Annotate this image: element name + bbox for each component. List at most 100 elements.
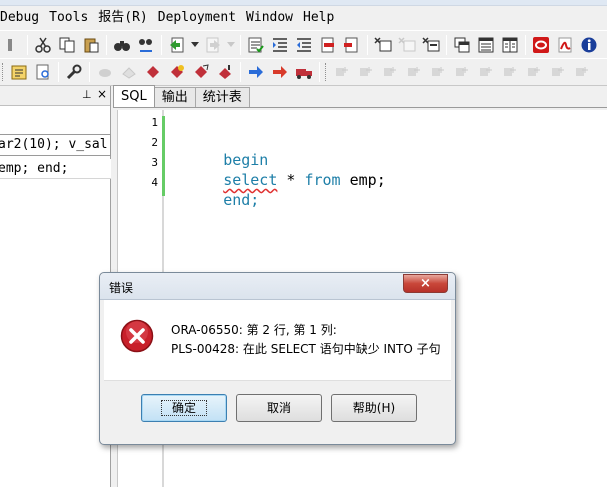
left-panel-code-line[interactable]: ar2(10); v_sal [0, 134, 111, 156]
comment-icon[interactable] [318, 35, 338, 55]
debug-step-icon[interactable] [143, 62, 163, 82]
cut-icon[interactable] [33, 35, 53, 55]
keyword-end: end; [223, 191, 260, 209]
menu-deployment[interactable]: Deployment [153, 7, 241, 29]
cancel-button[interactable]: 取消 [236, 394, 322, 422]
toolbar-end-icon[interactable] [2, 35, 22, 55]
change-marker [162, 116, 165, 196]
info-icon[interactable] [579, 35, 599, 55]
toolbar-separator [240, 34, 241, 55]
toolbar-secondary [0, 58, 607, 86]
wrench-icon[interactable] [64, 62, 84, 82]
error-message-line: PLS-00428: 在此 SELECT 语句中缺少 INTO 子句 [171, 342, 441, 356]
toolbar-separator [367, 34, 368, 55]
pdf-icon[interactable] [555, 35, 575, 55]
bookmark-icon[interactable] [452, 62, 472, 82]
navigate-back-icon[interactable] [167, 35, 187, 55]
error-message-line: ORA-06550: 第 2 行, 第 1 列: [171, 323, 337, 337]
pin-icon[interactable]: ⊥ [82, 88, 92, 101]
error-dialog: 错误 × ORA-06550: 第 2 行, 第 1 列: PLS-00428:… [99, 272, 456, 445]
line-number: 4 [151, 176, 158, 189]
dialog-titlebar[interactable]: 错误 × [100, 273, 455, 300]
toolbar-separator [106, 34, 107, 55]
menu-debug[interactable]: Debug [0, 7, 44, 29]
navigate-forward-icon[interactable] [203, 35, 223, 55]
sql-window-icon[interactable] [373, 35, 393, 55]
error-icon [120, 319, 154, 353]
arrow-right-blue-icon[interactable] [246, 62, 266, 82]
editor-tabs: SQL 输出 统计表 [113, 85, 607, 108]
bookmark-icon[interactable] [404, 62, 424, 82]
bookmark-icon[interactable] [500, 62, 520, 82]
dropdown-arrow-icon[interactable] [191, 35, 199, 55]
toolbar-separator [58, 62, 59, 82]
ok-button[interactable]: 确定 [141, 394, 227, 422]
bookmark-icon[interactable] [428, 62, 448, 82]
toolbar-separator [27, 34, 28, 55]
eraser-icon[interactable] [119, 62, 139, 82]
export-icon[interactable] [9, 62, 29, 82]
line-number: 3 [151, 156, 158, 169]
windows-tile-icon[interactable] [476, 35, 496, 55]
dialog-button-bar: 确定 取消 帮助(H) [104, 380, 451, 440]
line-number: 1 [151, 116, 158, 129]
paste-icon[interactable] [81, 35, 101, 55]
debug-step-over-icon[interactable] [191, 62, 211, 82]
menu-help[interactable]: Help [298, 7, 339, 29]
left-panel-code-line[interactable]: emp; end; [0, 159, 111, 179]
print-preview-icon[interactable] [33, 62, 53, 82]
toolbar-separator [161, 34, 162, 55]
find-replace-icon[interactable] [136, 35, 156, 55]
run-script-icon[interactable] [421, 35, 441, 55]
tab-statistics[interactable]: 统计表 [194, 87, 250, 107]
help-button[interactable]: 帮助(H) [331, 394, 417, 422]
bookmark-icon[interactable] [476, 62, 496, 82]
dialog-title: 错误 [109, 281, 134, 295]
code-line[interactable]: end; [169, 173, 259, 227]
panel-close-icon[interactable]: × [97, 87, 107, 101]
line-number: 2 [151, 136, 158, 149]
sql-window-disabled-icon[interactable] [397, 35, 417, 55]
dropdown-arrow-icon[interactable] [227, 35, 235, 55]
ok-button-label: 确定 [160, 400, 207, 416]
menubar: Debug Tools 报告(R) Deployment Window Help [0, 6, 607, 30]
arrow-right-red-icon[interactable] [270, 62, 290, 82]
menu-tools[interactable]: Tools [44, 7, 93, 29]
toolbar-separator [525, 34, 526, 55]
find-icon[interactable] [112, 35, 132, 55]
app-window: Debug Tools 报告(R) Deployment Window Help [0, 0, 607, 487]
bookmark-icon[interactable] [572, 62, 592, 82]
indent-icon[interactable] [270, 35, 290, 55]
bookmark-icon[interactable] [380, 62, 400, 82]
toolbar-grip[interactable] [2, 63, 5, 81]
left-panel-header: ⊥ × [0, 86, 110, 106]
debug-step-out-icon[interactable] [215, 62, 235, 82]
bookmark-icon[interactable] [548, 62, 568, 82]
toolbar-separator [446, 34, 447, 55]
toolbar-main [0, 30, 607, 58]
windows-cascade-icon[interactable] [452, 35, 472, 55]
bookmark-icon[interactable] [524, 62, 544, 82]
tab-output[interactable]: 输出 [153, 87, 196, 107]
dialog-close-button[interactable]: × [403, 274, 448, 293]
outdent-icon[interactable] [294, 35, 314, 55]
code-text: * [277, 171, 305, 189]
debug-start-icon[interactable] [95, 62, 115, 82]
menu-report[interactable]: 报告(R) [93, 7, 152, 29]
toolbar-grip[interactable] [325, 63, 328, 81]
toolbar-separator [319, 62, 320, 82]
keyword-from: from [304, 171, 341, 189]
truck-icon[interactable] [294, 62, 314, 82]
toolbar-separator [240, 62, 241, 82]
bookmark-icon[interactable] [332, 62, 352, 82]
oracle-icon[interactable] [531, 35, 551, 55]
debug-step-into-icon[interactable] [167, 62, 187, 82]
menu-window[interactable]: Window [241, 7, 298, 29]
toolbar-separator [89, 62, 90, 82]
bookmark-icon[interactable] [356, 62, 376, 82]
tab-sql[interactable]: SQL [113, 85, 155, 107]
uncomment-icon[interactable] [342, 35, 362, 55]
checklist-icon[interactable] [246, 35, 266, 55]
windows-split-icon[interactable] [500, 35, 520, 55]
copy-icon[interactable] [57, 35, 77, 55]
